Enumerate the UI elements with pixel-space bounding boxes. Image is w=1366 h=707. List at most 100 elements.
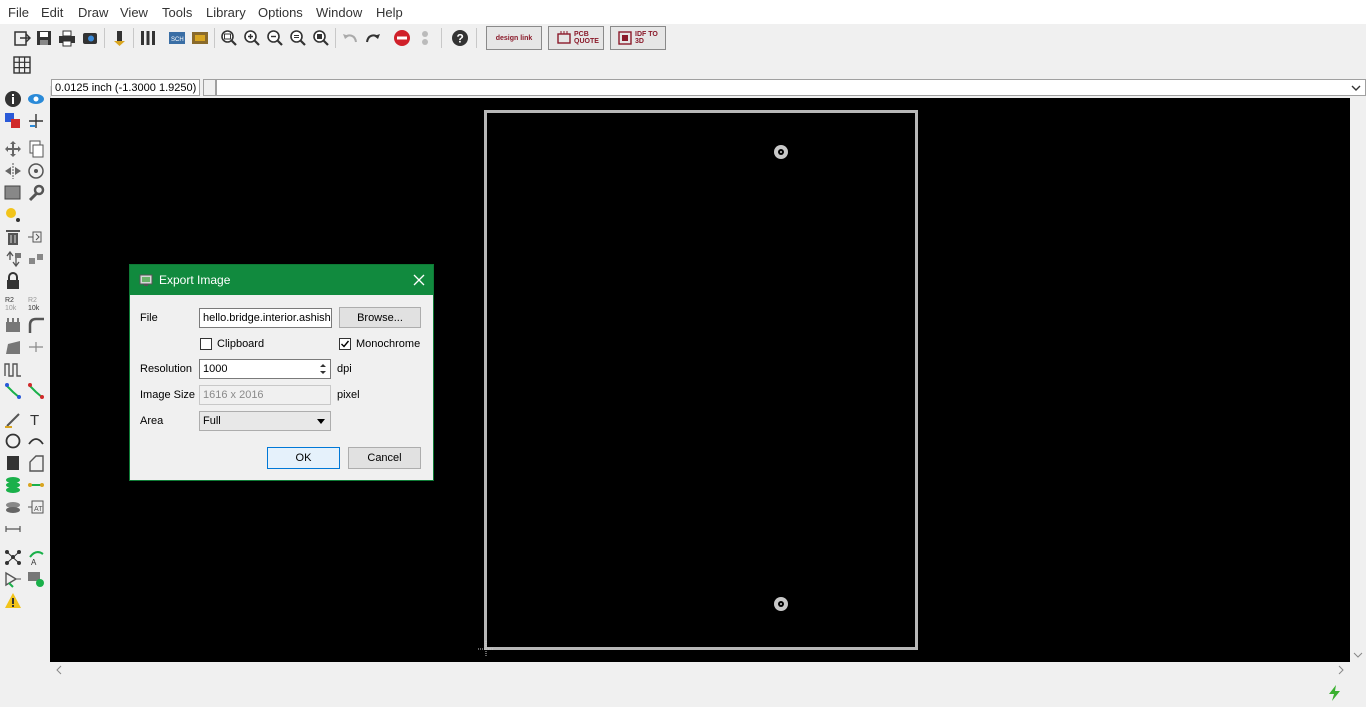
- replace-icon[interactable]: [4, 250, 22, 268]
- app-icon: [139, 274, 153, 286]
- save-icon[interactable]: [33, 27, 55, 49]
- add-icon[interactable]: [27, 228, 45, 246]
- resolution-spinbox[interactable]: 1000: [199, 359, 331, 379]
- dropdown-arrow-icon[interactable]: [316, 418, 326, 426]
- horizontal-scrollbar[interactable]: [50, 662, 1350, 678]
- designlink-button[interactable]: design link: [486, 26, 542, 50]
- drc-icon[interactable]: [27, 570, 45, 588]
- go-icon[interactable]: [414, 27, 436, 49]
- print-icon[interactable]: [56, 27, 78, 49]
- scroll-right-icon[interactable]: [1334, 662, 1348, 678]
- split-icon[interactable]: [4, 338, 22, 356]
- resolution-value: 1000: [203, 363, 228, 375]
- menu-library[interactable]: Library: [206, 5, 246, 20]
- scroll-left-icon[interactable]: [52, 662, 66, 678]
- checkmark-icon: [341, 340, 350, 348]
- arc-icon[interactable]: [27, 432, 45, 450]
- menu-tools[interactable]: Tools: [162, 5, 192, 20]
- miter-icon[interactable]: [27, 316, 45, 334]
- copy-icon[interactable]: [27, 140, 45, 158]
- smash-icon[interactable]: [4, 316, 22, 334]
- show-icon[interactable]: [27, 90, 45, 108]
- image-size-field: 1616 x 2016: [199, 385, 331, 405]
- circle-icon[interactable]: [4, 432, 22, 450]
- ulp-icon[interactable]: [108, 27, 130, 49]
- layer-settings-icon[interactable]: [137, 27, 159, 49]
- text-icon[interactable]: T: [27, 410, 45, 428]
- display-layers-icon[interactable]: [4, 112, 22, 130]
- chevron-down-icon[interactable]: [1350, 82, 1362, 94]
- wire-icon[interactable]: [4, 410, 22, 428]
- ratsnest-icon[interactable]: [4, 548, 22, 566]
- origin-cross-icon: [478, 641, 494, 657]
- command-line-input[interactable]: [216, 79, 1366, 96]
- mark-icon[interactable]: [27, 112, 45, 130]
- monochrome-checkbox[interactable]: [339, 338, 351, 350]
- move-icon[interactable]: [4, 140, 22, 158]
- schematic-icon[interactable]: SCH: [166, 27, 188, 49]
- route-icon[interactable]: [4, 382, 22, 400]
- dialog-titlebar[interactable]: Export Image: [130, 265, 433, 295]
- help-icon[interactable]: ?: [449, 27, 471, 49]
- menu-help[interactable]: Help: [376, 5, 403, 20]
- zoom-in-icon[interactable]: [241, 27, 263, 49]
- optimize-icon[interactable]: [27, 338, 45, 356]
- open-icon[interactable]: [11, 27, 33, 49]
- attribute-icon[interactable]: AT: [27, 498, 45, 516]
- scroll-down-icon[interactable]: [1350, 648, 1366, 662]
- delete-icon[interactable]: [4, 228, 22, 246]
- ripup-icon[interactable]: [27, 382, 45, 400]
- name-icon[interactable]: R210k: [4, 294, 22, 312]
- rotate-icon[interactable]: [27, 162, 45, 180]
- stop-icon[interactable]: [391, 27, 413, 49]
- designlink-label: design link: [495, 34, 533, 42]
- dimension-icon[interactable]: [4, 520, 22, 538]
- hole-icon[interactable]: [4, 498, 22, 516]
- close-icon[interactable]: [412, 273, 426, 287]
- lock-icon[interactable]: [4, 272, 22, 290]
- svg-text:A: A: [31, 558, 37, 566]
- grid-icon[interactable]: [11, 54, 33, 76]
- spin-arrows-icon[interactable]: [317, 360, 329, 378]
- vertical-scrollbar[interactable]: [1350, 98, 1366, 662]
- redo-icon[interactable]: [362, 27, 384, 49]
- autorouter-icon[interactable]: A: [27, 548, 45, 566]
- ok-button[interactable]: OK: [267, 447, 340, 469]
- idf-to-3d-button[interactable]: IDF TO 3D: [610, 26, 666, 50]
- change-icon[interactable]: [27, 184, 45, 202]
- menu-options[interactable]: Options: [258, 5, 303, 20]
- cancel-button[interactable]: Cancel: [348, 447, 421, 469]
- meander-icon[interactable]: [4, 360, 22, 378]
- clipboard-checkbox[interactable]: [200, 338, 212, 350]
- idf-icon: [618, 31, 632, 45]
- cam-icon[interactable]: [79, 27, 101, 49]
- erc-icon[interactable]: [4, 570, 22, 588]
- file-path-field[interactable]: hello.bridge.interior.ashish: [199, 308, 332, 328]
- zoom-fit-icon[interactable]: [218, 27, 240, 49]
- mirror-icon[interactable]: [4, 162, 22, 180]
- zoom-out-icon[interactable]: [264, 27, 286, 49]
- menu-draw[interactable]: Draw: [78, 5, 108, 20]
- via-icon[interactable]: [4, 476, 22, 494]
- zoom-redraw-icon[interactable]: [287, 27, 309, 49]
- paste-icon[interactable]: [4, 206, 22, 224]
- polygon-icon[interactable]: [27, 454, 45, 472]
- lightning-icon[interactable]: [1326, 684, 1342, 702]
- menu-edit[interactable]: Edit: [41, 5, 63, 20]
- browse-button[interactable]: Browse...: [339, 307, 421, 328]
- area-select[interactable]: Full: [199, 411, 331, 431]
- signal-icon[interactable]: [27, 476, 45, 494]
- value-icon[interactable]: R210k: [27, 294, 45, 312]
- undo-icon[interactable]: [339, 27, 361, 49]
- group-icon[interactable]: [4, 184, 22, 202]
- zoom-select-icon[interactable]: [310, 27, 332, 49]
- menu-window[interactable]: Window: [316, 5, 362, 20]
- menu-file[interactable]: File: [8, 5, 29, 20]
- warning-icon[interactable]: [4, 592, 22, 610]
- info-icon[interactable]: [4, 90, 22, 108]
- pcb-quote-button[interactable]: PCB QUOTE: [548, 26, 604, 50]
- board-switch-icon[interactable]: [189, 27, 211, 49]
- pinswap-icon[interactable]: [27, 250, 45, 268]
- rectangle-icon[interactable]: [4, 454, 22, 472]
- menu-view[interactable]: View: [120, 5, 148, 20]
